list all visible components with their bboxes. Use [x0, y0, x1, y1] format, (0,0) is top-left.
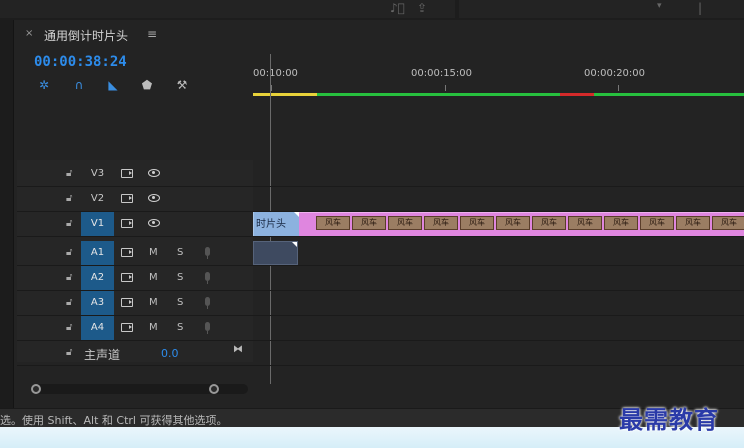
add-marker-icon[interactable]: ⬟ [139, 77, 155, 93]
sync-lock-film-icon[interactable] [121, 323, 133, 332]
export-frame-icon[interactable]: ♪⃕ [390, 1, 405, 15]
sync-lock-film-icon[interactable] [121, 194, 133, 203]
toggle-output-eye-icon[interactable] [148, 194, 160, 202]
solo-button[interactable]: S [177, 291, 183, 315]
video-thumbnail: 风车 [460, 216, 494, 230]
render-segment-yellow [253, 93, 317, 96]
top-panel-strip: ♪⃕ ⇪ ▾ | [0, 0, 744, 20]
voiceover-mic-icon[interactable] [205, 247, 210, 259]
chevron-down-icon[interactable]: ▾ [657, 1, 662, 11]
video-thumbnail: 风车 [388, 216, 422, 230]
mute-button[interactable]: M [149, 316, 158, 340]
share-icon[interactable]: ⇪ [417, 1, 427, 15]
video-thumbnail: 风车 [316, 216, 350, 230]
timeline-zoom-scrollbar[interactable] [31, 384, 248, 394]
title-clip[interactable]: 时片头 [253, 212, 299, 236]
track-row-v3: 🔓︎ V3 [17, 162, 744, 187]
video-thumbnail: 风车 [604, 216, 638, 230]
close-tab-icon[interactable]: × [25, 28, 33, 39]
video-thumbnail: 风车 [496, 216, 530, 230]
track-row-a4: 🔓︎ A4 M S [17, 316, 744, 341]
sync-lock-film-icon[interactable] [121, 273, 133, 282]
video-clip[interactable]: 风车 风车 风车 风车 风车 风车 风车 风车 风车 风车 风车 风车 [299, 212, 744, 236]
ruler-label: 00:00:15:00 [411, 68, 473, 79]
voiceover-mic-icon[interactable] [205, 297, 210, 309]
ruler-label: 00:00:20:00 [584, 68, 646, 79]
top-left-panel: ♪⃕ ⇪ [0, 0, 455, 18]
sequence-tab-title[interactable]: 通用倒计时片头 [44, 27, 128, 44]
track-name-v1[interactable]: V1 [81, 212, 114, 236]
track-row-a1: 🔓︎ A1 M S [17, 241, 744, 266]
ruler-tick [618, 85, 619, 91]
track-lock-icon[interactable]: 🔓︎ [66, 247, 72, 258]
track-lock-icon[interactable]: 🔓︎ [66, 218, 72, 229]
mute-button[interactable]: M [149, 266, 158, 290]
video-thumbnail: 风车 [712, 216, 744, 230]
track-row-a2: 🔓︎ A2 M S [17, 266, 744, 291]
track-lock-icon[interactable]: 🔓︎ [66, 168, 72, 179]
time-ruler[interactable]: 00:10:00 00:00:15:00 00:00:20:00 [253, 50, 744, 98]
master-track-label: 主声道 [84, 348, 121, 362]
solo-button[interactable]: S [177, 316, 183, 340]
render-segment-red [560, 93, 594, 96]
track-lock-icon[interactable]: 🔓︎ [66, 193, 72, 204]
track-name-v3[interactable]: V3 [81, 162, 114, 186]
track-row-v2: 🔓︎ V2 [17, 187, 744, 212]
sync-lock-film-icon[interactable] [121, 298, 133, 307]
track-lock-icon[interactable]: 🔓︎ [66, 297, 72, 308]
video-thumbnail: 风车 [568, 216, 602, 230]
sync-lock-film-icon[interactable] [121, 248, 133, 257]
voiceover-mic-icon[interactable] [205, 322, 210, 334]
solo-button[interactable]: S [177, 266, 183, 290]
track-row-a3: 🔓︎ A3 M S [17, 291, 744, 316]
master-volume-value[interactable]: 0.0 [161, 347, 179, 360]
settings-wrench-icon[interactable]: ⚒ [174, 77, 190, 93]
track-row-v1: 🔓︎ V1 时片头 风车 风车 风车 风车 风车 风车 风车 风车 风车 风车 风车 风车 [17, 212, 744, 237]
audio-clip[interactable] [253, 241, 298, 265]
ruler-tick [271, 85, 272, 91]
insert-nest-icon[interactable]: ✲ [36, 77, 52, 93]
panel-menu-icon[interactable]: ≡ [147, 27, 157, 41]
render-segment-green [594, 93, 744, 96]
left-docked-panel [0, 20, 14, 408]
toggle-output-eye-icon[interactable] [148, 169, 160, 177]
toggle-output-eye-icon[interactable] [148, 219, 160, 227]
sequence-timeline-panel: × 通用倒计时片头 ≡ 00:00:38:24 ✲ ∩ ◣ ⬟ ⚒ 00:10:… [17, 20, 744, 408]
scroll-handle-left[interactable] [31, 384, 41, 394]
sync-lock-film-icon[interactable] [121, 169, 133, 178]
watermark-logo: 最需教育 [619, 405, 719, 434]
video-thumbnail: 风车 [532, 216, 566, 230]
track-lock-icon[interactable]: 🔓︎ [66, 322, 72, 333]
video-thumbnail: 风车 [424, 216, 458, 230]
panel-divider-icon: | [698, 1, 703, 15]
render-segment-green [317, 93, 560, 96]
ruler-tick [445, 85, 446, 91]
track-name-a4[interactable]: A4 [81, 316, 114, 340]
solo-button[interactable]: S [177, 241, 183, 265]
voiceover-mic-icon[interactable] [205, 272, 210, 284]
track-name-a1[interactable]: A1 [81, 241, 114, 265]
mute-button[interactable]: M [149, 291, 158, 315]
track-lock-icon[interactable]: 🔓︎ [66, 272, 72, 283]
mute-button[interactable]: M [149, 241, 158, 265]
title-clip-label: 时片头 [256, 219, 286, 230]
snap-magnet-icon[interactable]: ∩ [71, 77, 87, 93]
video-thumbnail: 风车 [676, 216, 710, 230]
clip-end-marker [292, 242, 297, 247]
playhead-timecode[interactable]: 00:00:38:24 [34, 54, 127, 70]
track-row-master: 🔓︎ 主声道 0.0 ⧓ [17, 341, 744, 366]
ruler-label: 00:10:00 [253, 68, 298, 79]
video-thumbnail: 风车 [352, 216, 386, 230]
track-name-v2[interactable]: V2 [81, 187, 114, 211]
linked-selection-icon[interactable]: ◣ [105, 77, 121, 93]
video-thumbnail: 风车 [640, 216, 674, 230]
top-right-panel: ▾ | [459, 0, 744, 18]
track-name-a3[interactable]: A3 [81, 291, 114, 315]
collapse-bowtie-icon[interactable]: ⧓ [233, 344, 243, 355]
track-lock-icon[interactable]: 🔓︎ [66, 347, 72, 358]
sync-lock-film-icon[interactable] [121, 219, 133, 228]
scroll-handle-right[interactable] [209, 384, 219, 394]
status-hint-text: 选。使用 Shift、Alt 和 Ctrl 可获得其他选项。 [0, 414, 228, 427]
track-name-a2[interactable]: A2 [81, 266, 114, 290]
